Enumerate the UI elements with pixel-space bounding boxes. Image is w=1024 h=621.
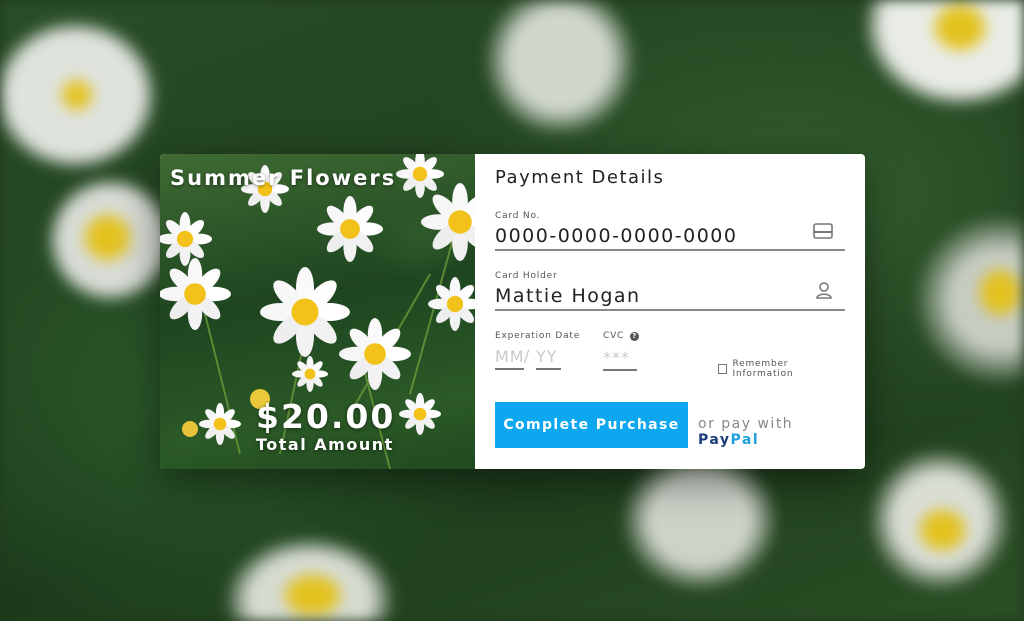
help-icon[interactable]: ? — [630, 331, 640, 341]
card-number-value: 0000-0000-0000-0000 — [495, 225, 738, 247]
remember-checkbox[interactable] — [718, 364, 728, 374]
card-holder-value: Mattie Hogan — [495, 285, 641, 307]
total-price: $20.00 — [256, 397, 396, 436]
expiration-year-placeholder: YY — [536, 347, 558, 366]
paypal-link[interactable]: PayPal — [698, 432, 759, 448]
form-title: Payment Details — [495, 167, 665, 188]
payment-card: Summer Flowers $20.00 Total Amount Payme… — [160, 154, 865, 469]
cvc-label: CVC — [603, 331, 625, 341]
card-number-field[interactable]: 0000-0000-0000-0000 — [495, 221, 845, 251]
card-holder-label: Card Holder — [495, 271, 558, 281]
product-title: Summer Flowers — [170, 166, 397, 190]
payment-form: Payment Details Card No. 0000-0000-0000-… — [495, 154, 845, 469]
paypal-pay: Pay — [698, 432, 731, 448]
expiration-separator: / — [524, 346, 530, 365]
product-photo: Summer Flowers $20.00 Total Amount — [160, 154, 475, 469]
complete-purchase-button[interactable]: Complete Purchase — [495, 402, 688, 448]
alternative-payment: or pay with PayPal — [698, 416, 845, 448]
expiration-year-input[interactable]: YY — [536, 346, 561, 370]
cvc-label-wrap: CVC ? — [603, 331, 640, 341]
cvc-placeholder: *** — [603, 348, 630, 367]
expiration-month-input[interactable]: MM — [495, 346, 524, 370]
alt-pay-text: or pay with — [698, 416, 794, 432]
expiration-month-placeholder: MM — [495, 347, 525, 366]
remember-information[interactable]: Remember Information — [718, 359, 845, 379]
paypal-pal: Pal — [730, 432, 760, 448]
remember-label: Remember Information — [732, 359, 794, 379]
total-amount-label: Total Amount — [256, 435, 394, 454]
card-number-label: Card No. — [495, 211, 541, 221]
card-holder-field[interactable]: Mattie Hogan — [495, 281, 845, 311]
cvc-input[interactable]: *** — [603, 347, 637, 371]
expiration-label: Experation Date — [495, 331, 581, 341]
user-icon — [815, 281, 833, 303]
credit-card-icon — [813, 223, 833, 243]
